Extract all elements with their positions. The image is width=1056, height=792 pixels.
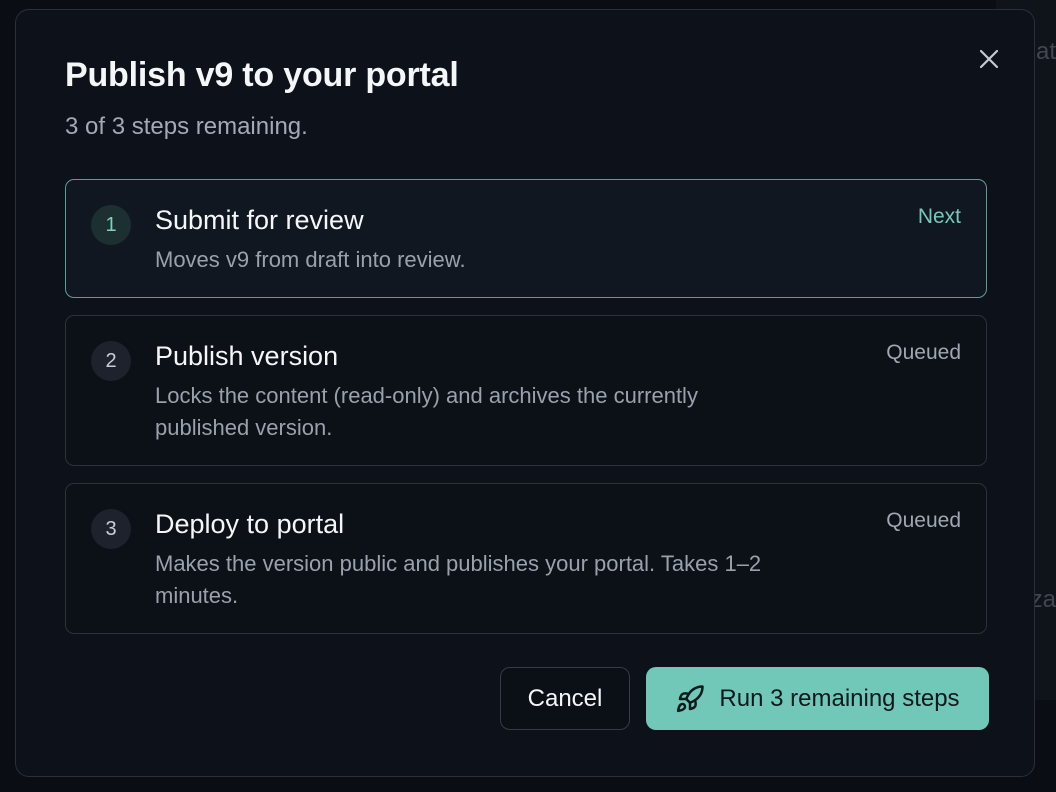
step-number-badge: 2: [91, 341, 131, 381]
step-submit-for-review: 1 Submit for review Moves v9 from draft …: [65, 179, 987, 298]
run-button-label: Run 3 remaining steps: [719, 684, 960, 712]
step-status-badge: Queued: [886, 341, 961, 364]
step-number-badge: 3: [91, 509, 131, 549]
background-text-fragment: at: [1035, 38, 1056, 65]
step-number-badge: 1: [91, 205, 131, 245]
step-description: Locks the content (read-only) and archiv…: [155, 383, 698, 440]
close-button[interactable]: [974, 44, 1004, 74]
cancel-button[interactable]: Cancel: [500, 667, 630, 730]
step-title: Publish version: [155, 341, 339, 371]
step-status-badge: Queued: [886, 509, 961, 532]
dialog-subtitle: 3 of 3 steps remaining.: [65, 113, 308, 140]
step-description: Moves v9 from draft into review.: [155, 247, 466, 272]
step-deploy-to-portal: 3 Deploy to portal Makes the version pub…: [65, 483, 987, 634]
step-publish-version: 2 Publish version Locks the content (rea…: [65, 315, 987, 466]
cancel-button-label: Cancel: [527, 684, 603, 712]
step-title: Submit for review: [155, 205, 364, 235]
run-remaining-steps-button[interactable]: Run 3 remaining steps: [646, 667, 989, 730]
publish-dialog: Publish v9 to your portal 3 of 3 steps r…: [15, 9, 1035, 777]
dialog-title: Publish v9 to your portal: [65, 56, 459, 94]
step-description: Makes the version public and publishes y…: [155, 551, 762, 608]
step-status-badge: Next: [917, 205, 961, 228]
step-title: Deploy to portal: [155, 509, 345, 539]
close-icon: [979, 49, 999, 69]
rocket-icon: [675, 684, 705, 714]
